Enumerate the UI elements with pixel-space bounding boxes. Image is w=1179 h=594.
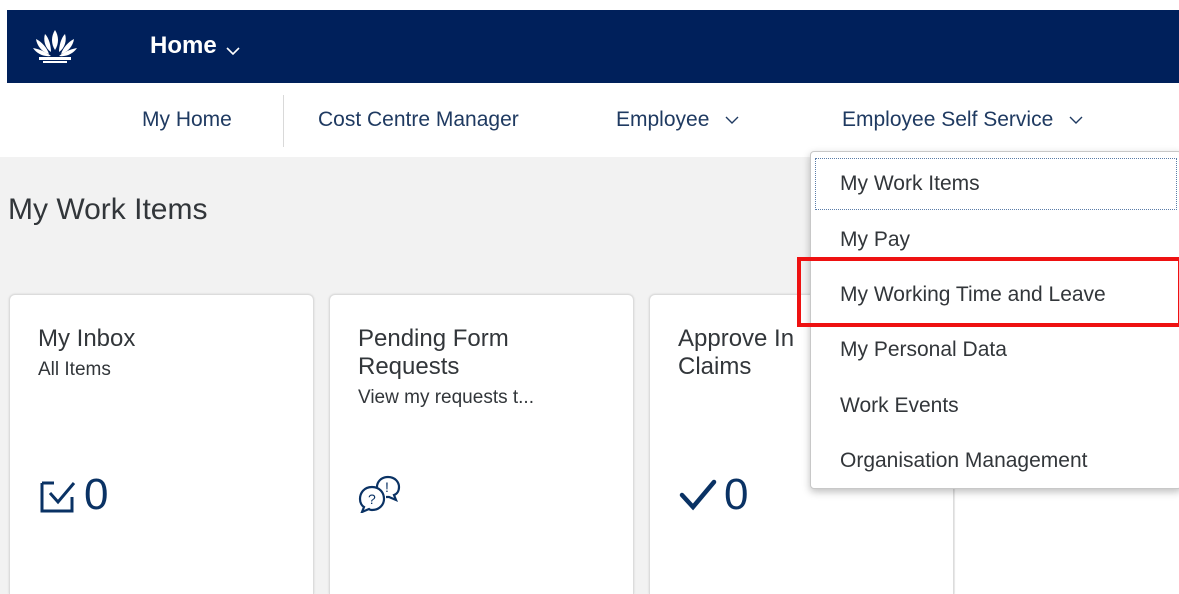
tile-title: My Inbox bbox=[38, 325, 136, 352]
nav-cost-centre-manager-label: Cost Centre Manager bbox=[318, 108, 519, 131]
tile-title-line1: Approve In bbox=[678, 325, 795, 352]
tile-subtitle: View my requests t... bbox=[358, 387, 534, 408]
menu-item-label: My Working Time and Leave bbox=[840, 283, 1106, 306]
menu-item-label: My Pay bbox=[840, 228, 911, 251]
nav-employee-label: Employee bbox=[616, 108, 710, 131]
menu-item-label: My Work Items bbox=[840, 172, 980, 195]
tile-kpi-value: 0 bbox=[84, 470, 109, 519]
tile-title: Approve In Claims bbox=[678, 325, 794, 381]
nav-employee-self-service-label: Employee Self Service bbox=[842, 108, 1054, 131]
tile-subtitle: All Items bbox=[38, 359, 111, 380]
menu-item-label: My Personal Data bbox=[840, 338, 1007, 361]
chevron-down-icon bbox=[1069, 113, 1083, 127]
tile-title-line2: Claims bbox=[678, 353, 752, 380]
menu-item-my-personal-data[interactable]: My Personal Data bbox=[814, 323, 1178, 377]
menu-item-label: Organisation Management bbox=[840, 449, 1088, 472]
tile-title-line1: Pending Form bbox=[358, 325, 509, 352]
home-menu-button[interactable]: Home bbox=[150, 28, 241, 64]
section-title: My Work Items bbox=[8, 193, 208, 226]
nav-cost-centre-manager[interactable]: Cost Centre Manager bbox=[318, 83, 519, 157]
tile-title: Pending Form Requests bbox=[358, 325, 509, 381]
top-navigation: My Home Cost Centre Manager Employee Emp… bbox=[0, 83, 1179, 157]
tile-pending-form-requests[interactable]: Pending Form Requests View my requests t… bbox=[329, 294, 634, 594]
shell-bar: Home bbox=[7, 10, 1179, 83]
menu-item-organisation-management[interactable]: Organisation Management bbox=[814, 434, 1178, 488]
menu-item-label: Work Events bbox=[840, 394, 959, 417]
menu-item-my-pay[interactable]: My Pay bbox=[814, 213, 1178, 267]
menu-item-my-working-time-and-leave[interactable]: My Working Time and Leave bbox=[814, 268, 1178, 322]
svg-text:?: ? bbox=[368, 491, 376, 507]
tile-kpi: 0 bbox=[678, 470, 748, 520]
tile-my-inbox[interactable]: My Inbox All Items 0 bbox=[9, 294, 314, 594]
tile-kpi: ? ! bbox=[358, 473, 406, 515]
nav-employee-self-service[interactable]: Employee Self Service bbox=[842, 83, 1083, 157]
chat-question-icon: ? ! bbox=[358, 473, 406, 515]
nav-my-home[interactable]: My Home bbox=[142, 83, 232, 157]
svg-text:!: ! bbox=[385, 479, 389, 495]
waratah-logo-icon[interactable] bbox=[31, 26, 79, 66]
checkmark-icon bbox=[678, 475, 718, 515]
employee-self-service-dropdown: My Work Items My Pay My Working Time and… bbox=[810, 151, 1179, 489]
tile-kpi: 0 bbox=[38, 470, 108, 520]
menu-item-work-events[interactable]: Work Events bbox=[814, 379, 1178, 433]
chevron-down-icon bbox=[725, 113, 739, 127]
home-label: Home bbox=[150, 32, 217, 59]
nav-employee[interactable]: Employee bbox=[616, 83, 739, 157]
nav-my-home-label: My Home bbox=[142, 108, 232, 131]
tile-title-line2: Requests bbox=[358, 353, 460, 380]
nav-divider bbox=[283, 95, 284, 147]
inbox-check-icon bbox=[38, 475, 78, 515]
chevron-down-icon bbox=[225, 38, 241, 56]
menu-item-my-work-items[interactable]: My Work Items bbox=[814, 157, 1178, 211]
tile-kpi-value: 0 bbox=[724, 470, 749, 519]
